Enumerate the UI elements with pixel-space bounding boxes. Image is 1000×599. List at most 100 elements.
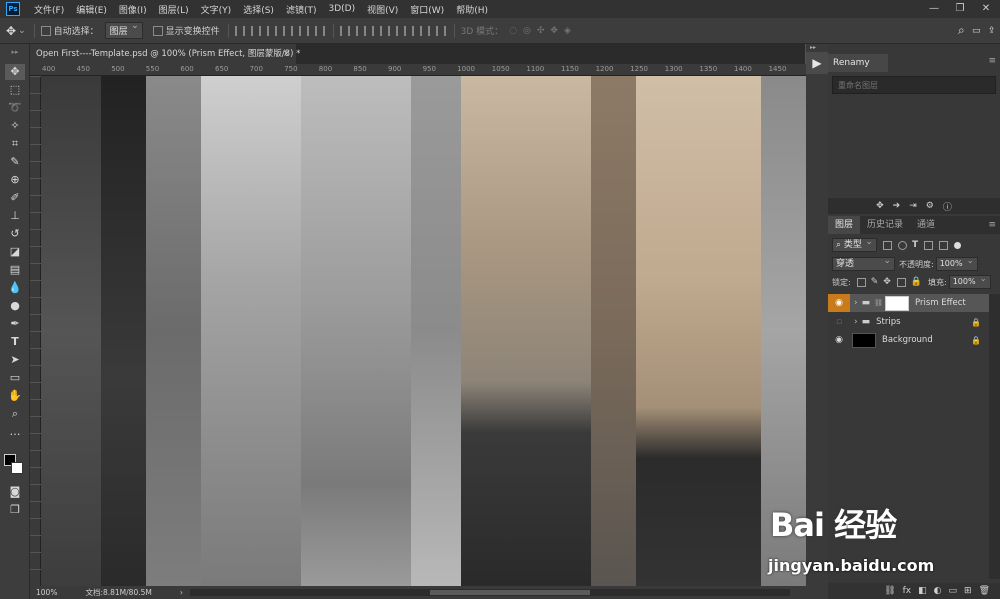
- path-selection-tool-icon[interactable]: ➤: [5, 352, 25, 368]
- share-icon[interactable]: ⇪: [988, 26, 996, 36]
- layers-scrollbar[interactable]: [989, 294, 1000, 579]
- distribute-left-icon[interactable]: [387, 25, 398, 36]
- tool-preset-chevron-icon[interactable]: ⌄: [18, 26, 26, 36]
- layer-row-prism-effect[interactable]: ◉ › ▬ ⛓ Prism Effect: [828, 294, 989, 312]
- healing-brush-tool-icon[interactable]: ⊕: [5, 172, 25, 188]
- maximize-button[interactable]: ❐: [948, 0, 972, 18]
- filter-kind-dropdown[interactable]: ⌕ 类型: [832, 236, 877, 252]
- lock-pixels-icon[interactable]: ✎: [871, 277, 879, 287]
- layer-row-strips[interactable]: ▫ › ▬ Strips 🔒: [828, 313, 989, 331]
- horizontal-scrollbar[interactable]: [190, 589, 790, 596]
- fill-field[interactable]: 100%: [948, 273, 991, 289]
- distribute-center-icon[interactable]: [403, 25, 414, 36]
- close-window-button[interactable]: ✕: [974, 0, 998, 18]
- layer-thumbnail[interactable]: [852, 332, 876, 348]
- tab-history[interactable]: 历史记录: [860, 216, 910, 234]
- adjustment-layer-icon[interactable]: ◐: [934, 586, 942, 596]
- search-icon[interactable]: ⌕: [958, 23, 965, 38]
- auto-select-dropdown[interactable]: 图层: [104, 21, 143, 39]
- align-right-icon[interactable]: [314, 25, 325, 36]
- new-layer-icon[interactable]: ⊞: [964, 586, 972, 596]
- info-icon[interactable]: ⓘ: [943, 200, 952, 213]
- blend-mode-dropdown[interactable]: 穿透: [832, 255, 896, 271]
- menu-file[interactable]: 文件(F): [28, 3, 70, 16]
- move-panel-icon[interactable]: ✥: [876, 201, 884, 211]
- menu-help[interactable]: 帮助(H): [450, 3, 494, 16]
- layer-style-fx-icon[interactable]: fx: [903, 586, 912, 596]
- filter-adjustment-icon[interactable]: [897, 240, 907, 250]
- add-mask-icon[interactable]: ◧: [918, 586, 927, 596]
- transform-controls-checkbox[interactable]: 显示变换控件: [152, 24, 220, 37]
- background-color-swatch[interactable]: [11, 462, 23, 474]
- menu-layer[interactable]: 图层(L): [153, 3, 195, 16]
- distribute-top-icon[interactable]: [339, 25, 350, 36]
- lock-transparent-icon[interactable]: [856, 277, 866, 287]
- filter-smart-object-icon[interactable]: [939, 240, 949, 250]
- arrow-right-icon[interactable]: ➔: [893, 201, 901, 211]
- mask-link-icon[interactable]: ⛓: [874, 299, 883, 307]
- menu-edit[interactable]: 编辑(E): [70, 3, 113, 16]
- visibility-eye-icon[interactable]: ◉: [828, 335, 850, 345]
- document-canvas[interactable]: [41, 76, 816, 586]
- clone-stamp-tool-icon[interactable]: ⊥: [5, 208, 25, 224]
- move-tool-icon[interactable]: ✥: [6, 24, 16, 38]
- arrow-export-icon[interactable]: ⇥: [909, 201, 917, 211]
- expand-chevron-icon[interactable]: ›: [854, 298, 858, 308]
- filter-shape-icon[interactable]: [924, 240, 934, 250]
- expand-chevron-icon[interactable]: ›: [854, 317, 858, 327]
- distribute-middle-icon[interactable]: [355, 25, 366, 36]
- document-tab[interactable]: Open First----Template.psd @ 100% (Prism…: [30, 44, 300, 64]
- visibility-eye-icon[interactable]: ◉: [828, 294, 850, 312]
- eraser-tool-icon[interactable]: ◪: [5, 244, 25, 260]
- link-layers-icon[interactable]: ⛓: [884, 586, 895, 596]
- marquee-tool-icon[interactable]: ⬚: [5, 82, 25, 98]
- menu-filter[interactable]: 滤镜(T): [280, 3, 323, 16]
- align-center-icon[interactable]: [298, 25, 309, 36]
- menu-image[interactable]: 图像(I): [113, 3, 153, 16]
- menu-select[interactable]: 选择(S): [237, 3, 280, 16]
- play-action-button[interactable]: ▶: [806, 52, 828, 74]
- menu-view[interactable]: 视图(V): [361, 3, 404, 16]
- screen-mode-icon[interactable]: ❐: [5, 502, 25, 518]
- more-tools-icon[interactable]: …: [5, 424, 25, 440]
- distribute-right-icon[interactable]: [419, 25, 430, 36]
- zoom-tool-icon[interactable]: ⌕: [5, 406, 25, 422]
- magic-wand-tool-icon[interactable]: ✧: [5, 118, 25, 134]
- auto-select-checkbox[interactable]: 自动选择：: [40, 24, 99, 37]
- close-tab-icon[interactable]: ×: [283, 44, 290, 64]
- collapse-dock-icon[interactable]: ▸▸: [810, 44, 816, 51]
- lasso-tool-icon[interactable]: ➰: [5, 100, 25, 116]
- layer-row-background[interactable]: ◉ Background 🔒: [828, 331, 989, 349]
- rename-layer-input[interactable]: [832, 76, 996, 94]
- dodge-tool-icon[interactable]: ●: [5, 298, 25, 314]
- eyedropper-tool-icon[interactable]: ✎: [5, 154, 25, 170]
- quick-mask-icon[interactable]: ◙: [5, 484, 25, 500]
- workspace-icon[interactable]: ▭: [972, 26, 981, 36]
- filter-type-icon[interactable]: T: [912, 240, 918, 250]
- rectangle-tool-icon[interactable]: ▭: [5, 370, 25, 386]
- align-top-icon[interactable]: [234, 25, 245, 36]
- status-menu-arrow-icon[interactable]: ›: [180, 588, 183, 597]
- align-left-icon[interactable]: [282, 25, 293, 36]
- filter-pixel-icon[interactable]: [882, 240, 892, 250]
- gear-icon[interactable]: ⚙: [926, 201, 934, 211]
- lock-artboard-icon[interactable]: [896, 277, 906, 287]
- filter-toggle-icon[interactable]: [954, 241, 962, 249]
- panel-menu-icon[interactable]: ≡: [988, 56, 996, 66]
- collapse-toolbar-icon[interactable]: ▸▸: [5, 44, 25, 60]
- brush-tool-icon[interactable]: ✐: [5, 190, 25, 206]
- delete-layer-icon[interactable]: 🗑: [979, 586, 990, 596]
- type-tool-icon[interactable]: T: [5, 334, 25, 350]
- align-bottom-icon[interactable]: [266, 25, 277, 36]
- lock-position-icon[interactable]: ✥: [883, 277, 891, 287]
- align-middle-icon[interactable]: [250, 25, 261, 36]
- auto-align-icon[interactable]: [435, 25, 446, 36]
- visibility-eye-icon[interactable]: ▫: [828, 317, 850, 327]
- gradient-tool-icon[interactable]: ▤: [5, 262, 25, 278]
- menu-type[interactable]: 文字(Y): [195, 3, 238, 16]
- move-tool-icon[interactable]: ✥: [5, 64, 25, 80]
- scrollbar-thumb[interactable]: [430, 590, 590, 595]
- minimize-button[interactable]: —: [922, 0, 946, 18]
- layer-mask-thumbnail[interactable]: [885, 295, 910, 311]
- menu-3d[interactable]: 3D(D): [322, 4, 361, 14]
